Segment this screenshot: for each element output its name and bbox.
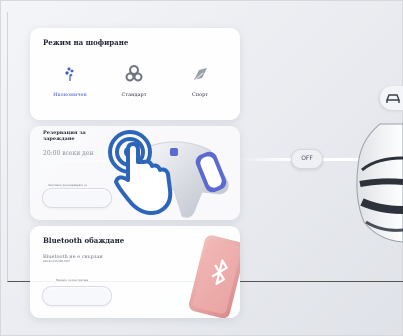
- off-toggle-button[interactable]: OFF: [291, 149, 323, 169]
- mode-standard-button[interactable]: Стандарт: [104, 64, 164, 114]
- side-menu-tab[interactable]: [380, 86, 403, 110]
- mode-standard-label: Стандарт: [121, 92, 147, 98]
- charging-note: Започнете да резервирате се: [48, 184, 87, 187]
- speed-icon: [194, 68, 207, 81]
- bluetooth-title: Bluetooth обаждане: [43, 236, 125, 245]
- drive-mode-card: Режим на шофиране Икономичен Стандарт Сп…: [30, 28, 240, 120]
- drive-mode-options: Икономичен Стандарт Спорт: [30, 64, 240, 114]
- car-illustration: [356, 123, 403, 243]
- car-icon: [385, 94, 401, 103]
- phone-bluetooth-icon: [188, 235, 240, 318]
- bluetooth-list-label: Върнете се към списъка: [56, 279, 89, 282]
- mode-eco-label: Икономичен: [53, 92, 87, 98]
- drive-mode-title: Режим на шофиране: [43, 38, 129, 47]
- bluetooth-connect-button[interactable]: [42, 286, 112, 306]
- bluetooth-card: Bluetooth обаждане Bluetooth не е свърза…: [30, 226, 240, 318]
- leaf-icon: [65, 67, 74, 81]
- mode-sport-button[interactable]: Спорт: [170, 64, 230, 114]
- mode-sport-label: Спорт: [191, 92, 209, 98]
- touch-hand-icon: [108, 130, 173, 215]
- charging-time: 20:00 всеки ден: [43, 150, 94, 157]
- steering-icon: [125, 65, 143, 82]
- bluetooth-device-id: 400-92-333-868,1867: [43, 260, 71, 263]
- mode-eco-button[interactable]: Икономичен: [40, 64, 100, 114]
